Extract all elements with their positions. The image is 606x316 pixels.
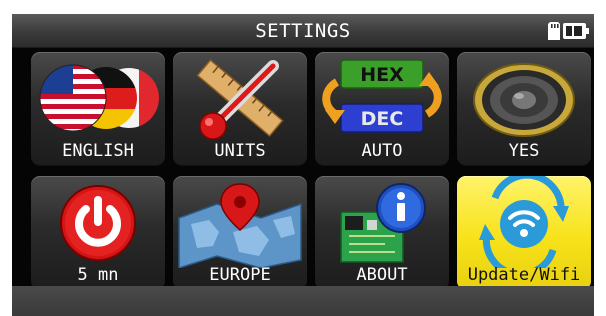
tile-units[interactable]: UNITS	[173, 52, 307, 166]
tile-auto-off-label: 5 mn	[77, 265, 119, 285]
tile-region-label: EUROPE	[209, 265, 271, 285]
tile-sound[interactable]: YES	[457, 52, 591, 166]
dec-text: DEC	[361, 108, 404, 130]
tile-update-wifi-label: Update/Wifi	[467, 265, 581, 285]
hex-text: HEX	[360, 64, 404, 86]
speaker-icon	[473, 63, 575, 137]
tile-sound-label: YES	[508, 141, 540, 161]
battery-icon	[563, 23, 589, 39]
sd-card-icon	[548, 22, 560, 40]
tile-number-format[interactable]: HEX DEC AUTO	[315, 52, 449, 166]
tile-number-format-label: AUTO	[361, 141, 403, 161]
ruler-thermometer-icon	[196, 59, 284, 140]
tile-language[interactable]: ENGLISH	[31, 52, 165, 166]
power-icon	[60, 185, 136, 261]
page-title: SETTINGS	[255, 20, 351, 42]
status-icons	[548, 22, 589, 40]
tile-about-label: ABOUT	[356, 265, 408, 285]
device-screen: SETTINGS ENGLISH UNITS HEX DEC AUTO YES …	[12, 14, 594, 316]
settings-grid: ENGLISH UNITS HEX DEC AUTO YES 5 mn EURO…	[31, 52, 591, 290]
tile-update-wifi[interactable]: Update/Wifi	[457, 176, 591, 290]
tile-region[interactable]: EUROPE	[173, 176, 307, 290]
tile-units-label: UNITS	[214, 141, 266, 161]
title-bar: SETTINGS	[12, 14, 594, 48]
flags-language-icon	[39, 64, 159, 132]
tile-auto-off[interactable]: 5 mn	[31, 176, 165, 290]
map-pin-icon	[178, 183, 302, 268]
bottom-bar	[12, 286, 594, 316]
info-board-icon	[340, 183, 426, 263]
tile-about[interactable]: ABOUT	[315, 176, 449, 290]
hex-dec-icon: HEX DEC	[322, 59, 442, 133]
wifi-update-icon	[479, 176, 569, 268]
tile-language-label: ENGLISH	[62, 141, 134, 161]
